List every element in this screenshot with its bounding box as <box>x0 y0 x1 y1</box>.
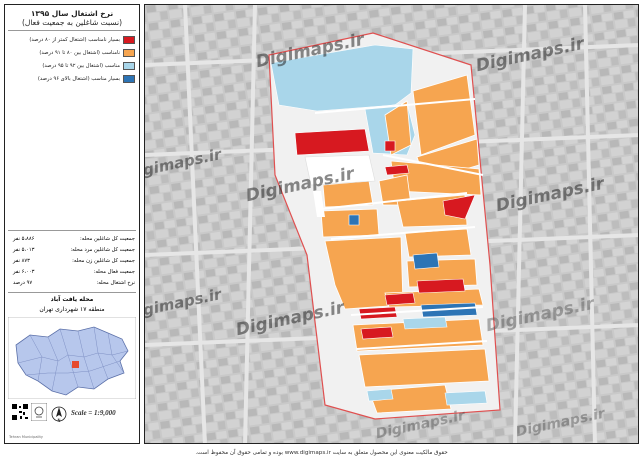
district-name: منطقه ۱۷ شهرداری تهران <box>39 306 105 313</box>
inset-highlight <box>72 361 79 368</box>
legend-item-poor: نامناسب (اشتغال بین ۸۰ تا ۹۱ درصد) <box>9 48 137 59</box>
legend-label: نامناسب (اشتغال بین ۸۰ تا ۹۱ درصد) <box>39 50 120 56</box>
stat-row: جمعیت کل شاغلین محله: ۵،۸۸۶ نفر <box>9 234 137 244</box>
legend-swatch <box>123 62 135 70</box>
neighborhood-name: محله یافت آباد <box>50 296 94 303</box>
divider <box>8 30 136 31</box>
legend-swatch <box>123 75 135 83</box>
stat-value: ۸۷۳ نفر <box>13 258 30 264</box>
legend-item-good: مناسب (اشتغال بین ۹۲ تا ۹۵ درصد) <box>9 61 137 72</box>
qr-code <box>11 403 29 421</box>
copyright-footer: حقوق مالکیت معنوی این محصول متعلق به سای… <box>195 450 448 456</box>
stat-row: جمعیت فعال محله: ۶،۰۰۳ نفر <box>9 267 137 277</box>
legend-label: بسیار نامناسب (اشتغال کمتر از ۸۰ درصد) <box>29 37 120 43</box>
divider <box>8 230 136 231</box>
stat-value: ۵،۸۸۶ نفر <box>13 236 35 242</box>
divider <box>8 292 136 293</box>
stat-row: جمعیت کل شاغلین مرد محله: ۵،۰۱۳ نفر <box>9 245 137 255</box>
stat-key: جمعیت کل شاغلین زن محله: <box>72 258 135 264</box>
legend-item-very-good: بسیار مناسب (اشتغال بالای ۹۶ درصد) <box>9 74 137 85</box>
map-area[interactable]: Digimaps.ir Digimaps.ir Digimaps.ir Digi… <box>144 4 639 444</box>
svg-text:N: N <box>58 418 61 423</box>
logo-icon <box>31 403 47 421</box>
stat-value: ۹۷ درصد <box>13 280 33 286</box>
legend-swatch <box>123 49 135 57</box>
stat-value: ۶،۰۰۳ نفر <box>13 269 35 275</box>
stat-key: جمعیت فعال محله: <box>93 269 135 275</box>
map-canvas <box>145 5 638 443</box>
map-title: نرخ اشتغال سال ۱۳۹۵ <box>30 9 114 18</box>
inset-map <box>8 317 136 399</box>
legend-panel: نرخ اشتغال سال ۱۳۹۵ (نسبت شاغلین به جمعی… <box>4 4 140 444</box>
legend-swatch <box>123 36 135 44</box>
map-sheet: نرخ اشتغال سال ۱۳۹۵ (نسبت شاغلین به جمعی… <box>0 0 643 446</box>
legend-label: بسیار مناسب (اشتغال بالای ۹۶ درصد) <box>37 76 120 82</box>
legend-label: مناسب (اشتغال بین ۹۲ تا ۹۵ درصد) <box>42 63 120 69</box>
stat-key: جمعیت کل شاغلین مرد محله: <box>70 247 135 253</box>
stat-row: نرخ اشتغال محله: ۹۷ درصد <box>9 278 137 288</box>
scale-label: Scale = 1:9,000 <box>71 409 116 417</box>
stat-key: جمعیت کل شاغلین محله: <box>80 236 135 242</box>
north-arrow-icon: N <box>51 406 67 423</box>
stat-key: نرخ اشتغال محله: <box>96 280 135 286</box>
stat-row: جمعیت کل شاغلین زن محله: ۸۷۳ نفر <box>9 256 137 266</box>
stat-value: ۵،۰۱۳ نفر <box>13 247 35 253</box>
map-subtitle: (نسبت شاغلین به جمعیت فعال) <box>21 18 122 27</box>
inset-caption: Tehran Municipality <box>9 435 43 439</box>
legend-item-very-poor: بسیار نامناسب (اشتغال کمتر از ۸۰ درصد) <box>9 35 137 46</box>
